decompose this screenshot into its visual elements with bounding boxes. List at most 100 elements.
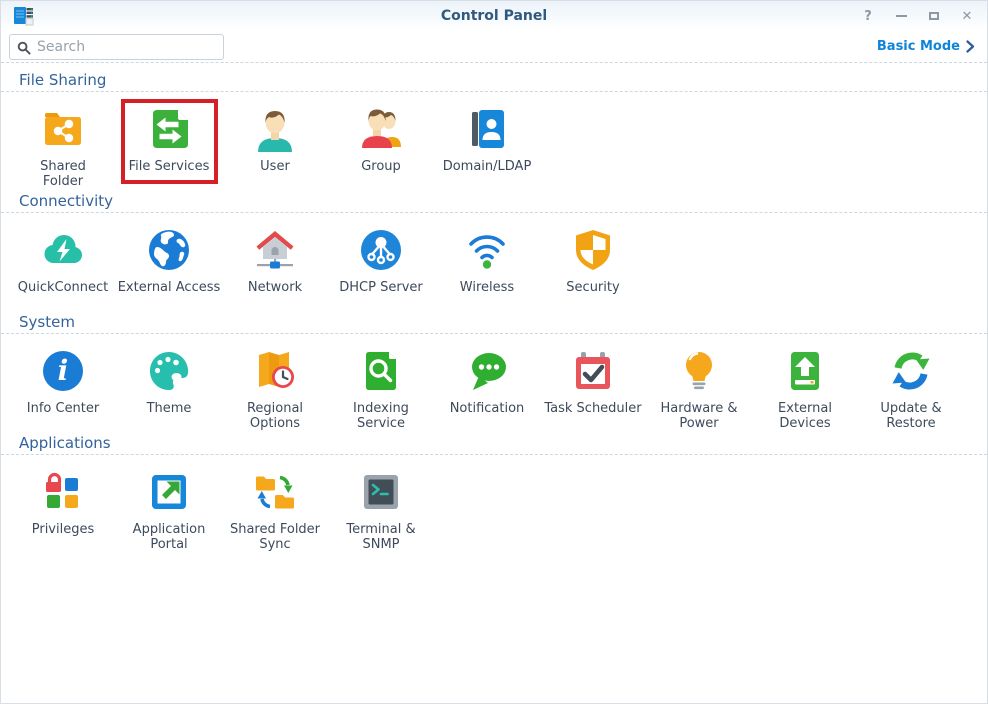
app-item-label: Terminal & SNMP bbox=[346, 522, 415, 552]
app-item-quickconnect[interactable]: QuickConnect bbox=[10, 226, 116, 314]
app-item-external-access[interactable]: External Access bbox=[116, 226, 222, 314]
section-applications: Applications Privileges bbox=[1, 435, 987, 556]
close-icon: ✕ bbox=[962, 9, 973, 24]
security-icon bbox=[569, 226, 617, 274]
app-item-label: Shared Folder bbox=[40, 159, 86, 189]
terminal-snmp-icon bbox=[357, 468, 405, 516]
app-item-network[interactable]: Network bbox=[222, 226, 328, 314]
help-button[interactable]: ? bbox=[860, 8, 876, 24]
file-services-icon bbox=[145, 105, 193, 153]
app-item-theme[interactable]: Theme bbox=[116, 347, 222, 435]
quickconnect-icon bbox=[39, 226, 87, 274]
shared-folder-icon bbox=[39, 105, 87, 153]
section-connectivity: Connectivity QuickConnect bbox=[1, 193, 987, 314]
app-item-indexing-service[interactable]: Indexing Service bbox=[328, 347, 434, 435]
application-portal-icon bbox=[145, 468, 193, 516]
app-item-label: Security bbox=[566, 280, 619, 295]
app-item-file-services[interactable]: File Services bbox=[116, 105, 222, 193]
close-button[interactable]: ✕ bbox=[959, 8, 975, 24]
app-item-label: Wireless bbox=[460, 280, 514, 295]
app-item-label: Group bbox=[361, 159, 401, 174]
notification-icon bbox=[463, 347, 511, 395]
app-item-label: Network bbox=[248, 280, 302, 295]
app-item-privileges[interactable]: Privileges bbox=[10, 468, 116, 556]
app-item-group[interactable]: Group bbox=[328, 105, 434, 193]
toolbar: Basic Mode bbox=[1, 31, 987, 63]
app-item-label: DHCP Server bbox=[339, 280, 422, 295]
section-title: Connectivity bbox=[1, 193, 987, 213]
search-icon bbox=[17, 40, 31, 59]
app-item-label: Task Scheduler bbox=[544, 401, 641, 416]
theme-icon bbox=[145, 347, 193, 395]
app-item-label: Domain/LDAP bbox=[443, 159, 532, 174]
title-bar: Control Panel ? ✕ bbox=[1, 1, 987, 31]
app-item-label: Indexing Service bbox=[353, 401, 409, 431]
page-title: Control Panel bbox=[1, 8, 987, 24]
control-panel-app-icon bbox=[11, 4, 35, 28]
app-item-label: Hardware & Power bbox=[660, 401, 737, 431]
basic-mode-link[interactable]: Basic Mode bbox=[877, 39, 975, 54]
external-devices-icon bbox=[781, 347, 829, 395]
section-title: System bbox=[1, 314, 987, 334]
maximize-icon bbox=[929, 12, 939, 20]
dhcp-server-icon bbox=[357, 226, 405, 274]
app-item-shared-folder[interactable]: Shared Folder bbox=[10, 105, 116, 193]
regional-options-icon bbox=[251, 347, 299, 395]
app-item-label: User bbox=[260, 159, 290, 174]
minimize-button[interactable] bbox=[893, 8, 909, 24]
section-system: System i Info Center bbox=[1, 314, 987, 435]
domain-ldap-icon bbox=[463, 105, 511, 153]
app-item-task-scheduler[interactable]: Task Scheduler bbox=[540, 347, 646, 435]
app-item-regional-options[interactable]: Regional Options bbox=[222, 347, 328, 435]
app-item-label: QuickConnect bbox=[18, 280, 109, 295]
wireless-icon bbox=[463, 226, 511, 274]
minimize-icon bbox=[896, 15, 907, 17]
indexing-service-icon bbox=[357, 347, 405, 395]
external-access-icon bbox=[145, 226, 193, 274]
app-item-domain-ldap[interactable]: Domain/LDAP bbox=[434, 105, 540, 193]
app-item-application-portal[interactable]: Application Portal bbox=[116, 468, 222, 556]
app-item-label: Application Portal bbox=[133, 522, 206, 552]
user-icon bbox=[251, 105, 299, 153]
task-scheduler-icon bbox=[569, 347, 617, 395]
help-icon: ? bbox=[864, 9, 872, 24]
app-item-hardware-power[interactable]: Hardware & Power bbox=[646, 347, 752, 435]
section-file-sharing: File Sharing Shared Folder bbox=[1, 72, 987, 193]
search-box bbox=[9, 34, 224, 60]
control-panel-window: Control Panel ? ✕ Basic Mode bbox=[0, 0, 988, 704]
basic-mode-label: Basic Mode bbox=[877, 39, 960, 54]
app-item-dhcp-server[interactable]: DHCP Server bbox=[328, 226, 434, 314]
app-item-label: Update & Restore bbox=[880, 401, 941, 431]
app-item-info-center[interactable]: i Info Center bbox=[10, 347, 116, 435]
app-item-label: Notification bbox=[450, 401, 525, 416]
app-item-label: Regional Options bbox=[247, 401, 303, 431]
app-item-label: External Devices bbox=[778, 401, 832, 431]
app-item-update-restore[interactable]: Update & Restore bbox=[858, 347, 964, 435]
chevron-right-icon bbox=[966, 40, 975, 53]
maximize-button[interactable] bbox=[926, 8, 942, 24]
network-icon bbox=[251, 226, 299, 274]
app-item-external-devices[interactable]: External Devices bbox=[752, 347, 858, 435]
app-item-label: External Access bbox=[118, 280, 221, 295]
app-item-notification[interactable]: Notification bbox=[434, 347, 540, 435]
search-input[interactable] bbox=[9, 34, 224, 60]
app-item-security[interactable]: Security bbox=[540, 226, 646, 314]
app-item-label: Shared Folder Sync bbox=[230, 522, 320, 552]
app-item-terminal-snmp[interactable]: Terminal & SNMP bbox=[328, 468, 434, 556]
update-restore-icon bbox=[887, 347, 935, 395]
app-item-label: Privileges bbox=[32, 522, 95, 537]
privileges-icon bbox=[39, 468, 87, 516]
app-item-wireless[interactable]: Wireless bbox=[434, 226, 540, 314]
info-center-icon: i bbox=[39, 347, 87, 395]
app-item-label: Theme bbox=[147, 401, 192, 416]
group-icon bbox=[357, 105, 405, 153]
section-title: Applications bbox=[1, 435, 987, 455]
app-item-user[interactable]: User bbox=[222, 105, 328, 193]
shared-folder-sync-icon bbox=[251, 468, 299, 516]
app-item-label: File Services bbox=[129, 159, 210, 174]
section-title: File Sharing bbox=[1, 72, 987, 92]
svg-text:i: i bbox=[58, 354, 69, 387]
hardware-power-icon bbox=[675, 347, 723, 395]
control-panel-grid: File Sharing Shared Folder bbox=[1, 63, 987, 556]
app-item-shared-folder-sync[interactable]: Shared Folder Sync bbox=[222, 468, 328, 556]
